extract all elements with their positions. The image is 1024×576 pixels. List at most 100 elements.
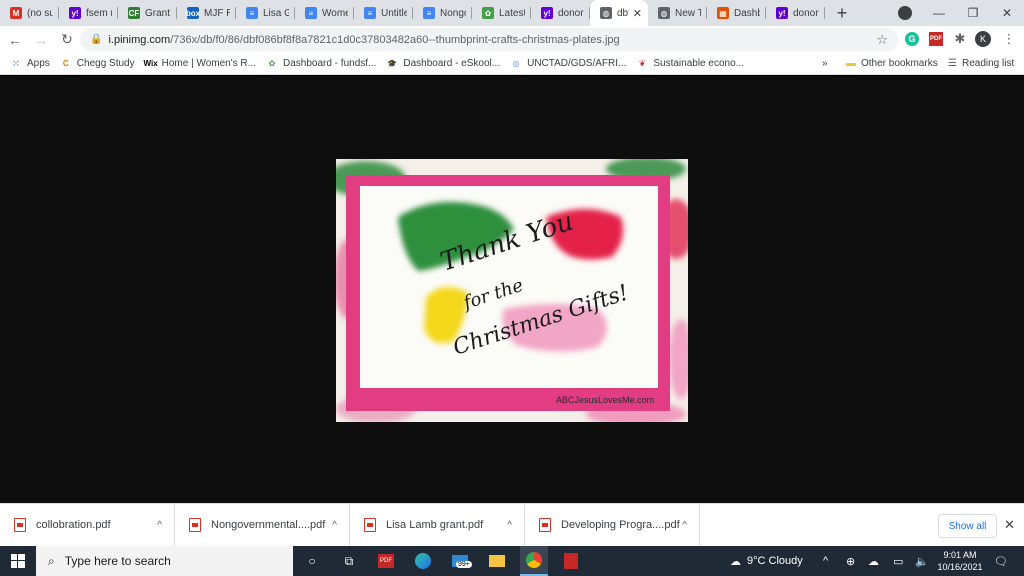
pdf-file-icon <box>364 518 376 532</box>
bookmark-label: Home | Women's R... <box>161 58 256 69</box>
taskbar-search-box[interactable]: ⌕ Type here to search <box>36 546 293 576</box>
system-clock[interactable]: 9:01 AM 10/16/2021 <box>936 549 984 573</box>
docs-icon: ≡ <box>246 7 258 19</box>
bookmark-label: Dashboard - eSkool... <box>403 58 501 69</box>
chevron-up-icon[interactable]: ^ <box>682 520 687 531</box>
bookmark-6[interactable]: ❦ Sustainable econo... <box>636 58 744 70</box>
chevron-up-icon[interactable]: ^ <box>332 520 337 531</box>
window-controls: — ❐ ✕ <box>922 0 1024 26</box>
pdf-extension-icon[interactable]: PDF <box>927 30 945 48</box>
tab-title: Dashb <box>734 7 760 19</box>
chrome-menu-profile-icon[interactable] <box>898 6 912 20</box>
tab-8[interactable]: ✿ Latest <box>472 0 531 26</box>
windows-start-icon[interactable] <box>0 546 36 576</box>
download-bar: collobration.pdf ^ Nongovernmental....pdf ^… <box>0 503 1024 547</box>
tab-title: Nongo <box>440 7 466 19</box>
notification-center-icon[interactable]: 🗨 <box>994 546 1008 576</box>
tab-12[interactable]: ▦ Dashb <box>707 0 766 26</box>
cortana-icon[interactable]: ○ <box>302 551 322 571</box>
tab-title: fsem m <box>86 7 112 19</box>
pdf-file-icon <box>189 518 201 532</box>
tab-title: Latest <box>499 7 525 19</box>
download-filename: Developing Progra....pdf <box>561 519 680 531</box>
dashboard-icon: ▦ <box>717 7 729 19</box>
chrome-taskbar-icon[interactable] <box>520 546 548 576</box>
edge-icon[interactable] <box>413 551 433 571</box>
bookmark-label: » <box>822 58 828 69</box>
meet-now-icon[interactable]: ⊕ <box>846 546 855 576</box>
chevron-up-icon[interactable]: ^ <box>157 520 162 531</box>
mail-icon[interactable]: 99+ <box>450 551 472 571</box>
close-download-bar-icon[interactable]: ✕ <box>1004 517 1015 533</box>
tab-10[interactable]: ◍ dbf✕ <box>590 0 648 26</box>
tab-5[interactable]: ≡ Women <box>295 0 354 26</box>
volume-icon[interactable]: 🔈 <box>915 546 929 576</box>
folder-icon: ▬ <box>846 58 856 69</box>
docs-icon: ≡ <box>364 7 376 19</box>
docs-icon: ≡ <box>423 7 435 19</box>
bookmark-2[interactable]: Wix Home | Women's R... <box>144 58 256 70</box>
address-bar[interactable]: 🔒 i.pinimg.com/736x/db/f0/86/dbf086bf8f8… <box>80 28 898 51</box>
other-bookmarks-folder[interactable]: ▬ Other bookmarks <box>846 58 938 69</box>
tab-7[interactable]: ≡ Nongo <box>413 0 472 26</box>
show-all-button[interactable]: Show all <box>938 514 997 538</box>
new-tab-plus-icon[interactable]: + <box>831 2 853 24</box>
file-explorer-icon[interactable] <box>487 551 507 571</box>
battery-icon[interactable]: ▭ <box>893 546 903 576</box>
bookmark-star-icon[interactable]: ☆ <box>876 32 888 48</box>
bookmark-1[interactable]: C Chegg Study <box>60 58 135 70</box>
thank-you-card-photo[interactable]: Thank You for the Christmas Gifts! ABCJe… <box>336 159 688 422</box>
pdf-app-icon[interactable]: PDF <box>376 551 396 571</box>
tab-11[interactable]: ◍ New Ta <box>648 0 707 26</box>
bookmarks-overflow-button[interactable]: » <box>822 58 828 69</box>
close-window-icon[interactable]: ✕ <box>990 6 1024 20</box>
download-item[interactable]: collobration.pdf ^ <box>0 503 175 547</box>
task-view-icon[interactable]: ⧉ <box>339 551 359 571</box>
weather-widget[interactable]: ☁ 9°C Cloudy <box>730 546 803 576</box>
profile-avatar[interactable]: K <box>974 30 992 48</box>
show-hidden-icons-caret-icon[interactable]: ^ <box>823 546 828 576</box>
onedrive-icon[interactable]: ☁ <box>868 546 879 576</box>
restore-icon[interactable]: ❐ <box>956 6 990 20</box>
tab-title: donor <box>558 7 584 19</box>
leaf-icon: ✿ <box>482 7 494 19</box>
tab-9[interactable]: y! donor <box>531 0 590 26</box>
chevron-up-icon[interactable]: ^ <box>507 520 512 531</box>
download-item[interactable]: Lisa Lamb grant.pdf ^ <box>350 503 525 547</box>
close-tab-icon[interactable]: ✕ <box>629 7 642 20</box>
reload-icon[interactable]: ↻ <box>56 31 78 48</box>
minimize-icon[interactable]: — <box>922 6 956 20</box>
tab-4[interactable]: ≡ Lisa GR <box>236 0 295 26</box>
download-item[interactable]: Nongovernmental....pdf ^ <box>175 503 350 547</box>
tab-6[interactable]: ≡ Untitle <box>354 0 413 26</box>
grammarly-extension-icon[interactable]: G <box>903 30 921 48</box>
tab-title: MJF Ra <box>204 7 230 19</box>
bookmark-4[interactable]: 🎓 Dashboard - eSkool... <box>386 58 500 70</box>
forward-arrow-icon[interactable]: → <box>30 32 52 48</box>
tab-1[interactable]: y! fsem m <box>59 0 118 26</box>
clock-time: 9:01 AM <box>943 550 977 560</box>
tab-0[interactable]: M (no sub <box>0 0 59 26</box>
tab-title: Untitle <box>381 7 407 19</box>
windows-taskbar: ⌕ Type here to search ○ ⧉ PDF 99+ ☁ 9°C C… <box>0 546 1024 576</box>
tab-2[interactable]: CF Grant C <box>118 0 177 26</box>
lock-icon[interactable]: 🔒 <box>90 34 102 45</box>
bookmark-5[interactable]: ◎ UNCTAD/GDS/AFRI... <box>510 58 627 70</box>
download-item[interactable]: Developing Progra....pdf ^ <box>525 503 700 547</box>
tab-title: dbf <box>617 7 629 19</box>
extensions-puzzle-icon[interactable]: ✱ <box>951 30 969 48</box>
tab-3[interactable]: boxMJF Ra <box>177 0 236 26</box>
reading-list-button[interactable]: ☰ Reading list <box>948 58 1014 69</box>
back-arrow-icon[interactable]: ← <box>4 32 26 48</box>
tab-13[interactable]: y! donor <box>766 0 825 26</box>
yahoo-icon: y! <box>541 7 553 19</box>
bookmark-0[interactable]: ⁙ Apps <box>10 58 50 70</box>
tab-title: New Ta <box>675 7 701 19</box>
app-taskbar-icon[interactable] <box>561 551 581 571</box>
browser-toolbar: ← → ↻ 🔒 i.pinimg.com/736x/db/f0/86/dbf08… <box>0 26 1024 53</box>
bookmark-3[interactable]: ✿ Dashboard - fundsf... <box>266 58 377 70</box>
yahoo-icon: y! <box>776 7 788 19</box>
bookmark-label: Other bookmarks <box>861 58 938 69</box>
reading-list-icon: ☰ <box>948 58 957 69</box>
chrome-menu-icon[interactable]: ⋮ <box>1000 30 1018 48</box>
